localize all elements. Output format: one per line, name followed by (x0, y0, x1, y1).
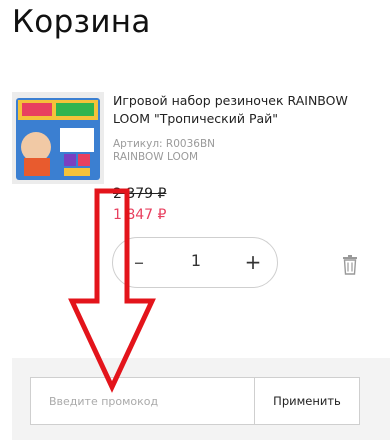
product-photo-icon (12, 92, 104, 184)
quantity-stepper: – 1 + (112, 237, 278, 288)
decrease-quantity-button[interactable]: – (127, 250, 151, 274)
promo-code-section: Применить (12, 358, 390, 440)
product-name[interactable]: Игровой набор резиночек RAINBOW LOOM "Тр… (113, 92, 373, 128)
quantity-value: 1 (190, 251, 202, 270)
product-brand: RAINBOW LOOM (113, 151, 199, 163)
sale-price: 1 847 ₽ (113, 207, 167, 223)
product-image[interactable] (12, 92, 104, 184)
old-price: 2 379 ₽ (113, 186, 167, 202)
product-sku: Артикул: R0036BN (113, 138, 216, 150)
page-title: Корзина (12, 4, 151, 40)
apply-promo-button[interactable]: Применить (254, 377, 360, 425)
promo-code-input[interactable] (30, 377, 254, 425)
increase-quantity-button[interactable]: + (241, 250, 265, 274)
trash-icon[interactable] (342, 255, 358, 275)
